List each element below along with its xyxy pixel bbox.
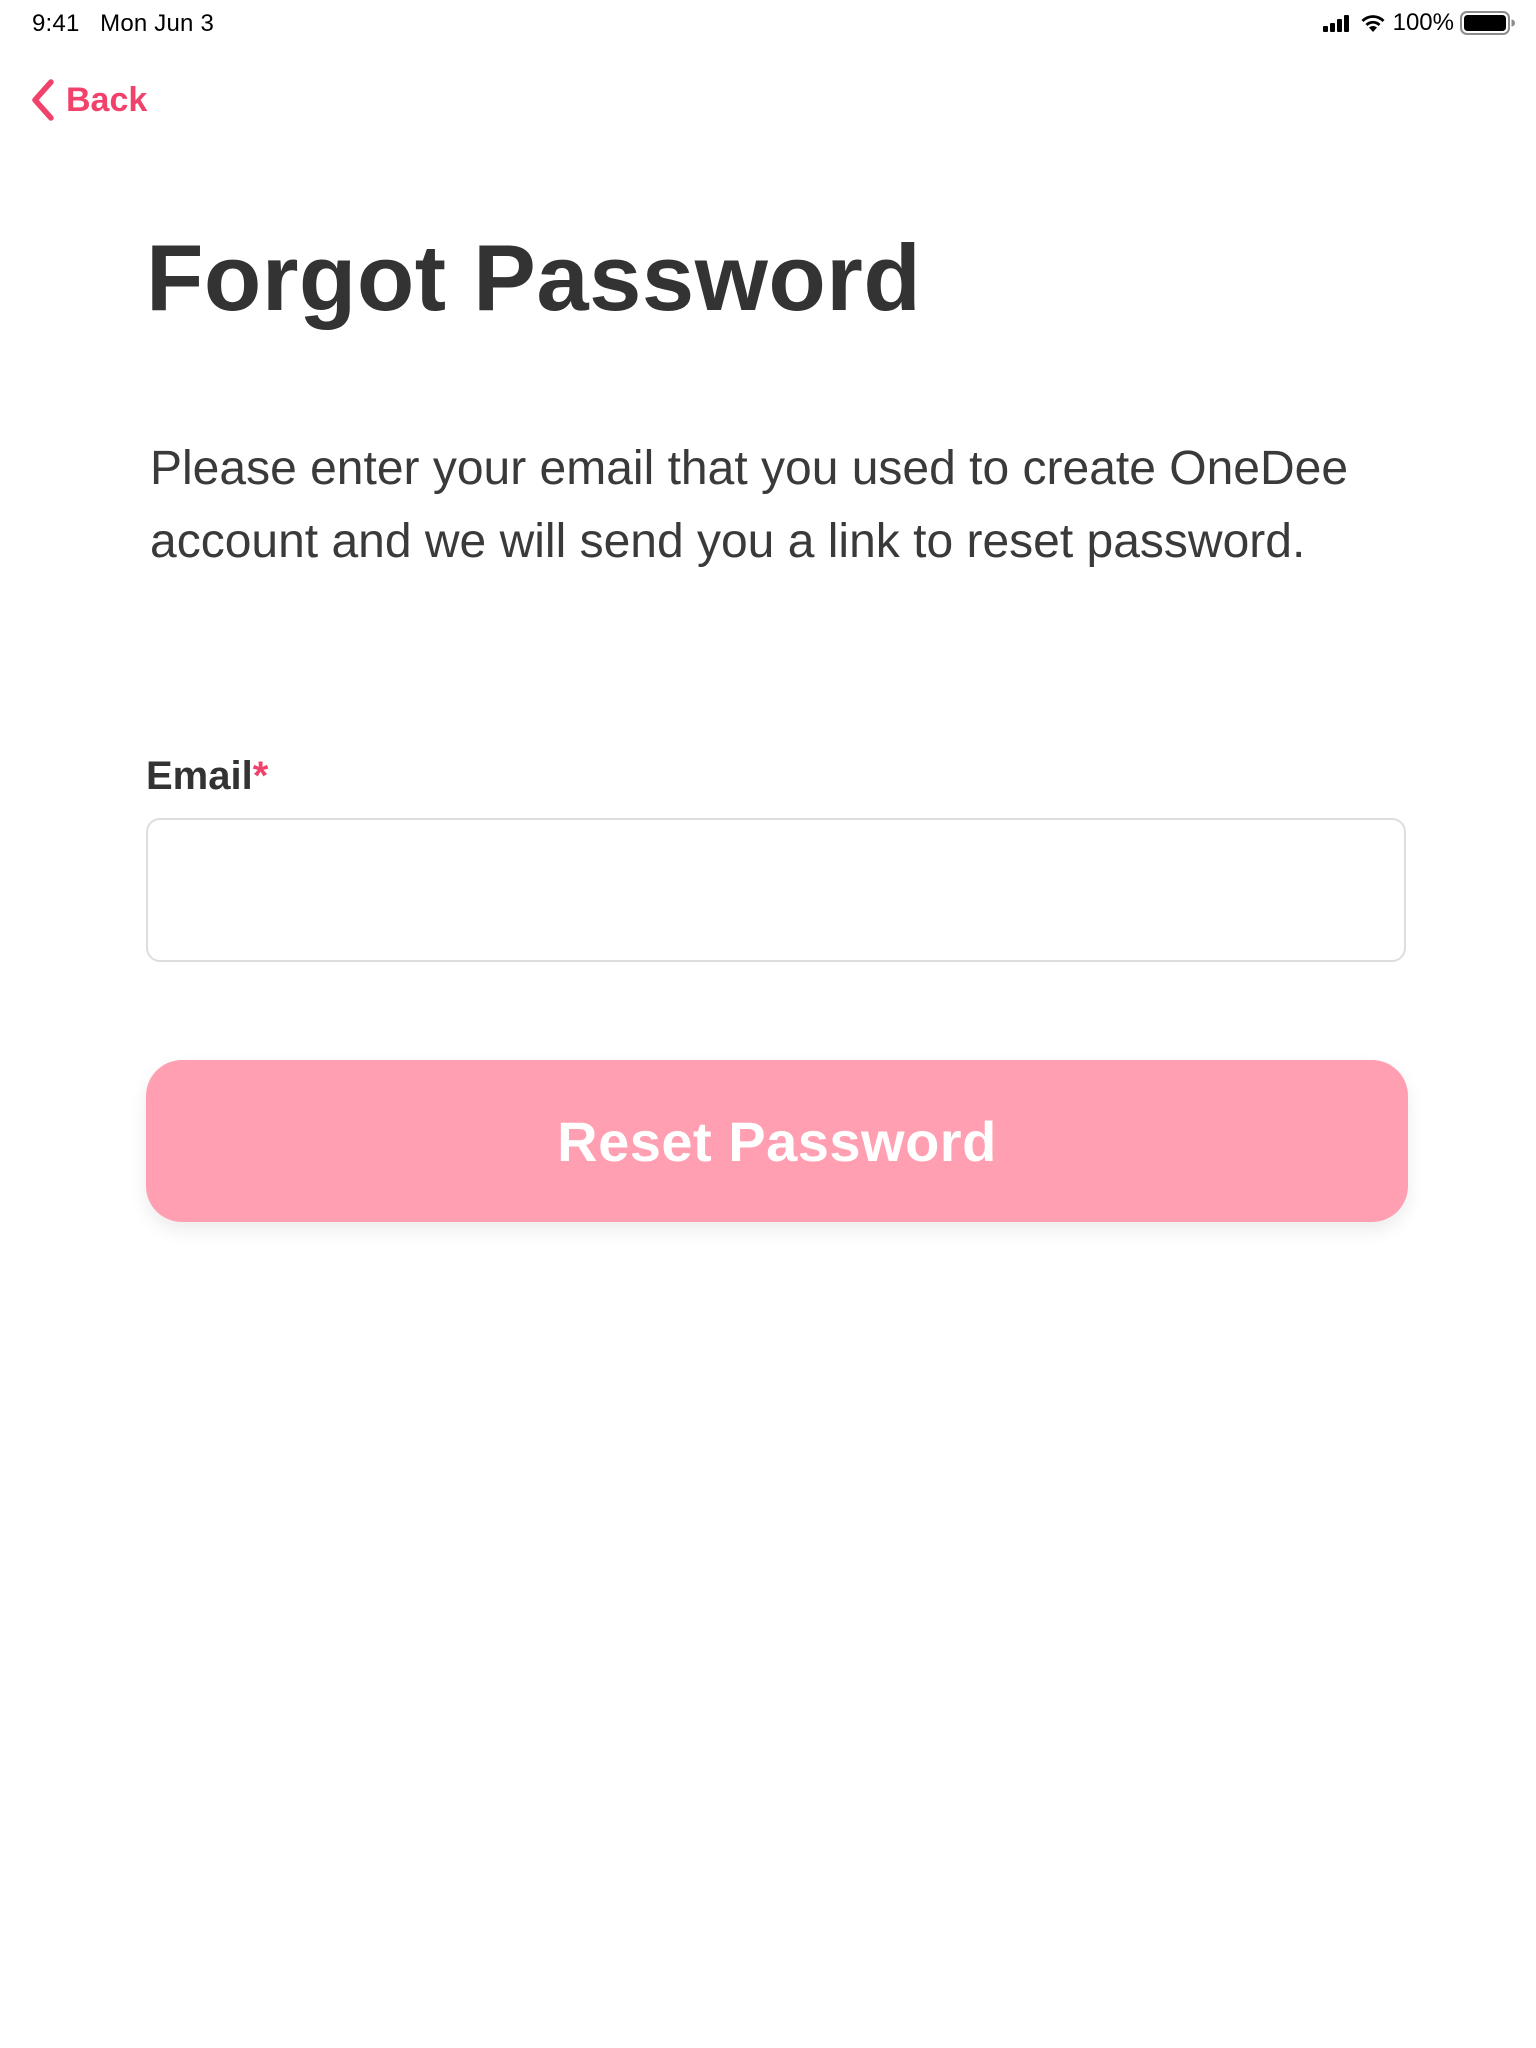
- email-label-text: Email: [146, 754, 253, 798]
- page-description: Please enter your email that you used to…: [150, 442, 1349, 568]
- chevron-left-icon: [32, 79, 54, 121]
- status-clock: 9:41: [32, 10, 80, 37]
- battery-icon: [1460, 11, 1515, 35]
- back-button[interactable]: Back: [30, 76, 147, 124]
- status-bar: 9:41 Mon Jun 3 100%: [0, 0, 1536, 48]
- signal-icon: [1322, 14, 1351, 32]
- reset-password-button[interactable]: Reset Password: [146, 1060, 1408, 1222]
- page-title: Forgot Password: [146, 225, 922, 330]
- status-time: 9:41 Mon Jun 3: [32, 10, 214, 38]
- status-indicators: 100%: [1322, 8, 1516, 38]
- wifi-icon: [1361, 15, 1385, 32]
- back-label: Back: [66, 80, 148, 119]
- battery-percent: 100%: [1392, 9, 1454, 36]
- required-asterisk: *: [252, 754, 269, 798]
- email-input[interactable]: [146, 818, 1406, 962]
- email-label: Email*: [146, 754, 268, 799]
- status-date: Mon Jun 3: [100, 10, 214, 37]
